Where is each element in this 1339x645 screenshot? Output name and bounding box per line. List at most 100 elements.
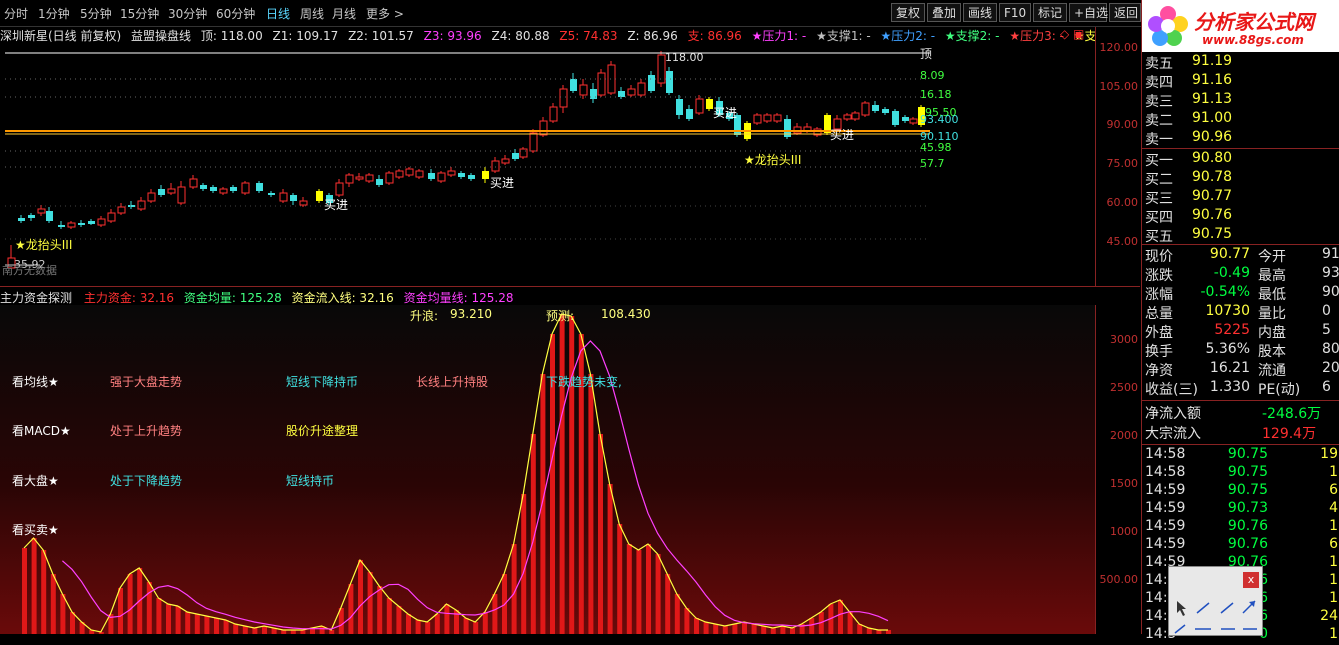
fuquan-button[interactable]: 复权: [891, 3, 925, 22]
mark-button[interactable]: 标记: [1033, 3, 1067, 22]
tf-30min[interactable]: 30分钟: [168, 5, 207, 22]
ask-row[interactable]: 卖二 91.00: [1142, 110, 1339, 129]
quote-row[interactable]: 现价 90.77 今开 91: [1142, 246, 1339, 265]
bid-row[interactable]: 买一 90.80: [1142, 150, 1339, 169]
bid-row[interactable]: 买三 90.77: [1142, 188, 1339, 207]
candle: [290, 195, 297, 201]
cursor-tool-icon[interactable]: [1177, 601, 1186, 616]
tick-row[interactable]: 14:59 90.75 6: [1142, 482, 1339, 501]
indicator-panel[interactable]: 升浪: 93.210 预测: 108.430 看均线★ 强于大盘走势 短线下降持…: [0, 305, 1095, 634]
tf-weekly[interactable]: 周线: [300, 5, 324, 22]
flow-row[interactable]: 大宗流入 129.4万: [1142, 423, 1339, 442]
ask-row[interactable]: 卖一 90.96: [1142, 129, 1339, 148]
indicator-bar: [588, 374, 594, 634]
candle: [763, 114, 772, 122]
drawing-tool-popup[interactable]: x: [1168, 566, 1263, 636]
indicator-bar: [50, 574, 56, 634]
signal-dragon-1: ★龙抬头III: [15, 238, 73, 252]
ask-row[interactable]: 卖四 91.16: [1142, 72, 1339, 91]
add-watchlist-button[interactable]: +自选: [1069, 3, 1108, 22]
ind-tick-500: 500.00: [1099, 573, 1139, 586]
quote-value-2: 90: [1322, 284, 1339, 300]
tf-60min[interactable]: 60分钟: [216, 5, 255, 22]
tf-more[interactable]: 更多 >: [366, 5, 404, 22]
candle: [46, 211, 53, 221]
tick-row[interactable]: 14:58 90.75 1: [1142, 464, 1339, 483]
tick-row[interactable]: 14:59 90.73 4: [1142, 500, 1339, 519]
f10-button[interactable]: F10: [999, 3, 1031, 22]
candle: [618, 91, 625, 97]
tick-row[interactable]: 14:58 90.75 19: [1142, 446, 1339, 465]
tick-row[interactable]: 14:59 90.76 6: [1142, 536, 1339, 555]
indicator-name: 益盟操盘线: [131, 29, 192, 43]
quote-row[interactable]: 涨跌 -0.49 最高 93: [1142, 265, 1339, 284]
tf-realtime[interactable]: 分时: [4, 5, 28, 22]
quote-row[interactable]: 总量 10730 量比 0: [1142, 303, 1339, 322]
quote-row[interactable]: 换手 5.36% 股本 800: [1142, 341, 1339, 360]
tick-price: 90.75: [1227, 482, 1268, 498]
indicator-bar: [262, 626, 267, 634]
ask-row[interactable]: 卖五 91.19: [1142, 53, 1339, 72]
candle: [559, 88, 568, 108]
ask-price: 91.16: [1192, 72, 1233, 88]
msg-macd-2: 股价升途整理: [286, 424, 359, 438]
ask-price: 91.19: [1192, 53, 1233, 69]
candle: [67, 222, 76, 228]
segment-tool-icon[interactable]: [1220, 602, 1234, 614]
tick-row[interactable]: 14:59 90.76 1: [1142, 518, 1339, 537]
tf-daily[interactable]: 日线: [266, 5, 290, 22]
arrow-tool-icon[interactable]: [1242, 600, 1256, 614]
price-tick-90: 90.00: [1106, 118, 1139, 131]
tf-15min[interactable]: 15分钟: [120, 5, 159, 22]
bid-row[interactable]: 买四 90.76: [1142, 207, 1339, 226]
candle: [355, 176, 364, 180]
ray-tool-icon[interactable]: [1174, 624, 1186, 634]
candle: [437, 172, 446, 182]
candle: [549, 106, 558, 122]
tf-monthly[interactable]: 月线: [332, 5, 356, 22]
tick-time: 14:59: [1145, 482, 1186, 498]
window-icons[interactable]: ◇ ▣: [1060, 27, 1084, 41]
z1-value: Z1: 109.17: [272, 29, 339, 43]
indicator-bar: [598, 434, 603, 634]
bid-row[interactable]: 买五 90.75: [1142, 226, 1339, 245]
peak-label: 118.00: [665, 51, 704, 64]
tf-5min[interactable]: 5分钟: [80, 5, 112, 22]
overlay-button[interactable]: 叠加: [927, 3, 961, 22]
quote-value: 90.77: [1209, 246, 1250, 262]
legend-pressure1: ★压力1: -: [751, 29, 807, 43]
indicator-bar: [223, 620, 229, 634]
zhi-value: 支: 86.96: [687, 29, 742, 43]
ask-level-label: 卖四: [1145, 75, 1173, 91]
back-button[interactable]: 返回: [1109, 3, 1141, 22]
quote-label: 净资: [1145, 363, 1173, 379]
flow-row[interactable]: 净流入额 -248.6万: [1142, 403, 1339, 422]
bid-row[interactable]: 买二 90.78: [1142, 169, 1339, 188]
quote-row[interactable]: 净资 16.21 流通 200: [1142, 360, 1339, 379]
bid-price: 90.80: [1192, 150, 1233, 166]
tick-volume: 1: [1329, 572, 1338, 588]
indicator-bar: [348, 584, 354, 634]
bid-level-label: 买四: [1145, 210, 1173, 226]
ask-row[interactable]: 卖三 91.13: [1142, 91, 1339, 110]
quote-row[interactable]: 涨幅 -0.54% 最低 90: [1142, 284, 1339, 303]
logo-url: www.88gs.com: [1202, 33, 1304, 47]
draw-line-button[interactable]: 画线: [963, 3, 997, 22]
indicator-bar: [463, 618, 469, 634]
candle: [147, 192, 156, 202]
tf-1min[interactable]: 1分钟: [38, 5, 70, 22]
indicator-bar: [684, 608, 690, 634]
quote-row[interactable]: 收益(三) 1.330 PE(动) 6: [1142, 379, 1339, 398]
candle: [395, 170, 404, 178]
indicator-bar: [713, 624, 719, 634]
level-57: 57.7: [920, 157, 945, 170]
junliangxian-value: 资金均量线: 125.28: [403, 291, 514, 305]
line-tool-icon[interactable]: [1196, 602, 1210, 614]
quote-label-2: 今开: [1258, 249, 1286, 265]
candle: [482, 171, 489, 179]
bid-level-label: 买三: [1145, 191, 1173, 207]
quote-row[interactable]: 外盘 5225 内盘 5: [1142, 322, 1339, 341]
price-tick-45: 45.00: [1106, 235, 1139, 248]
indicator-bar: [252, 628, 258, 634]
indicator-bar: [367, 572, 373, 634]
